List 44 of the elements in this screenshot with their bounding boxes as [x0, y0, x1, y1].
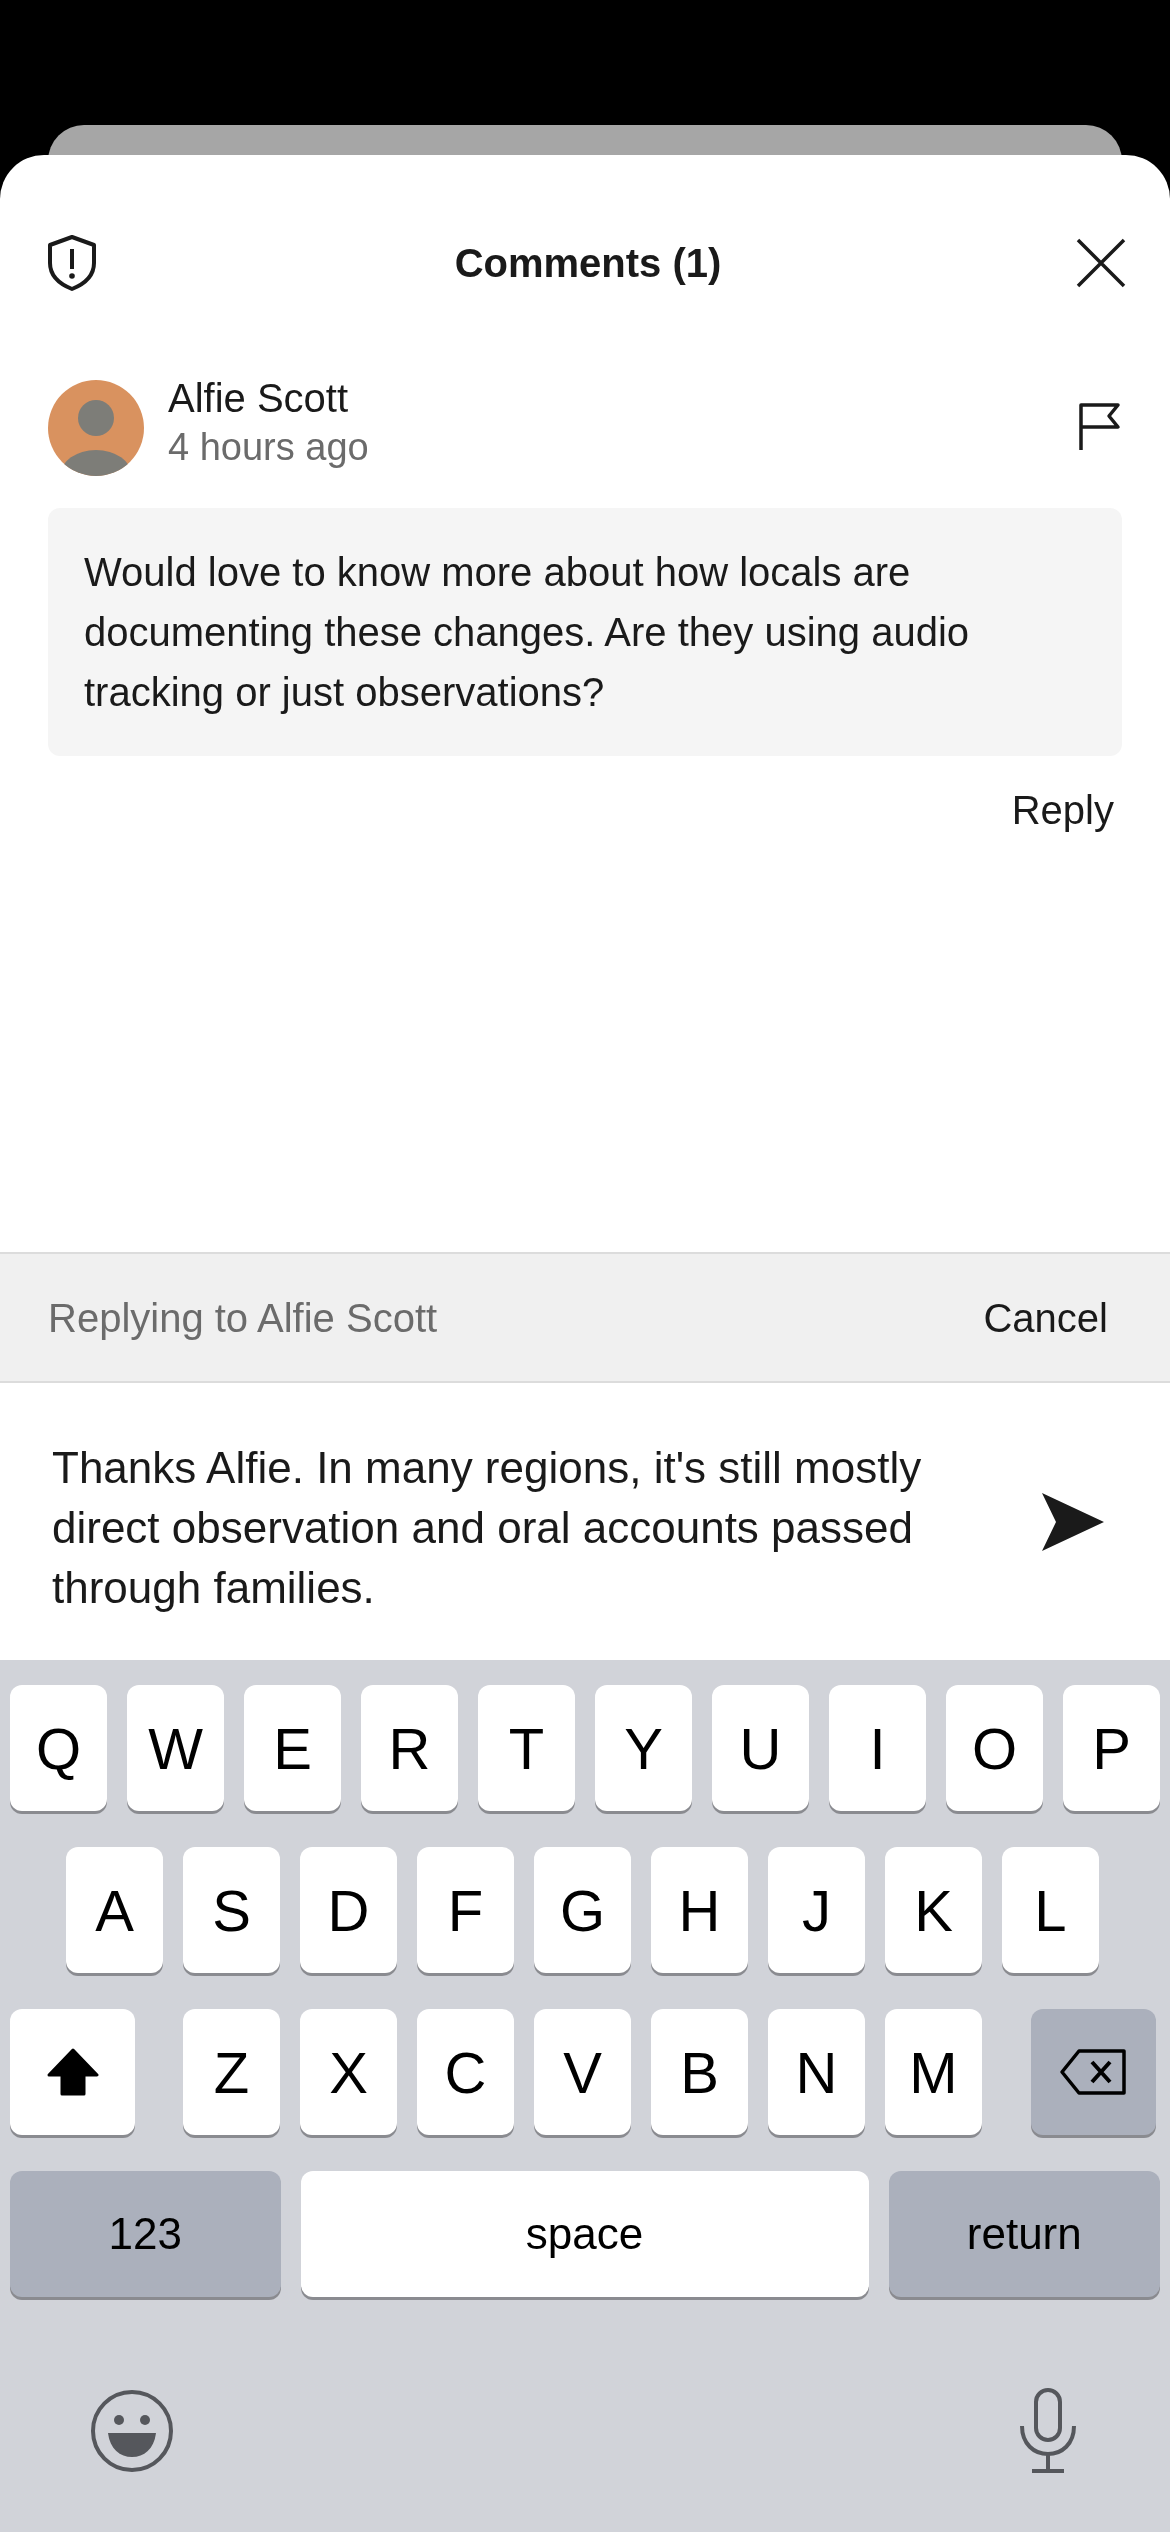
backspace-key[interactable]	[1031, 2009, 1156, 2135]
key[interactable]: O	[946, 1685, 1043, 1811]
key[interactable]: K	[885, 1847, 982, 1973]
reply-button[interactable]: Reply	[1011, 780, 1114, 840]
key[interactable]: A	[66, 1847, 163, 1973]
key[interactable]: F	[417, 1847, 514, 1973]
key[interactable]: G	[534, 1847, 631, 1973]
key[interactable]: H	[651, 1847, 748, 1973]
key[interactable]: L	[1002, 1847, 1099, 1973]
key[interactable]: S	[183, 1847, 280, 1973]
close-icon[interactable]	[1076, 237, 1126, 288]
author-name: Alfie Scott	[168, 375, 350, 422]
key[interactable]: Q	[10, 1685, 107, 1811]
key[interactable]: B	[651, 2009, 748, 2135]
cancel-button[interactable]: Cancel	[983, 1287, 1108, 1348]
key[interactable]: V	[534, 2009, 631, 2135]
shift-key[interactable]	[10, 2009, 135, 2135]
key[interactable]: X	[300, 2009, 397, 2135]
key[interactable]: R	[361, 1685, 458, 1811]
replying-label: Replying to Alfie Scott	[48, 1294, 438, 1342]
key[interactable]: J	[768, 1847, 865, 1973]
send-icon[interactable]	[1040, 1490, 1106, 1553]
comment-time: 4 hours ago	[168, 425, 370, 470]
key[interactable]: T	[478, 1685, 575, 1811]
key[interactable]: N	[768, 2009, 865, 2135]
key[interactable]: E	[244, 1685, 341, 1811]
key[interactable]: D	[300, 1847, 397, 1973]
comment-text: Would love to know more about how locals are documenting these changes. Are they using audio tracking or just observations?	[48, 508, 1122, 756]
flag-icon[interactable]	[1078, 402, 1122, 452]
backspace-icon	[1058, 2048, 1129, 2096]
shift-arrow-icon	[46, 2047, 99, 2097]
key[interactable]: U	[712, 1685, 809, 1811]
key[interactable]: W	[127, 1685, 224, 1811]
emoji-icon[interactable]	[90, 2388, 174, 2474]
key[interactable]: C	[417, 2009, 514, 2135]
numbers-key[interactable]: 123	[10, 2171, 281, 2297]
key[interactable]: M	[885, 2009, 982, 2135]
key[interactable]: I	[829, 1685, 926, 1811]
sheet-title: Comments (1)	[454, 239, 722, 287]
return-key[interactable]: return	[888, 2171, 1160, 2297]
key[interactable]: Z	[183, 2009, 280, 2135]
key[interactable]: Y	[595, 1685, 692, 1811]
key[interactable]: P	[1063, 1685, 1160, 1811]
space-key[interactable]: space	[300, 2171, 869, 2297]
